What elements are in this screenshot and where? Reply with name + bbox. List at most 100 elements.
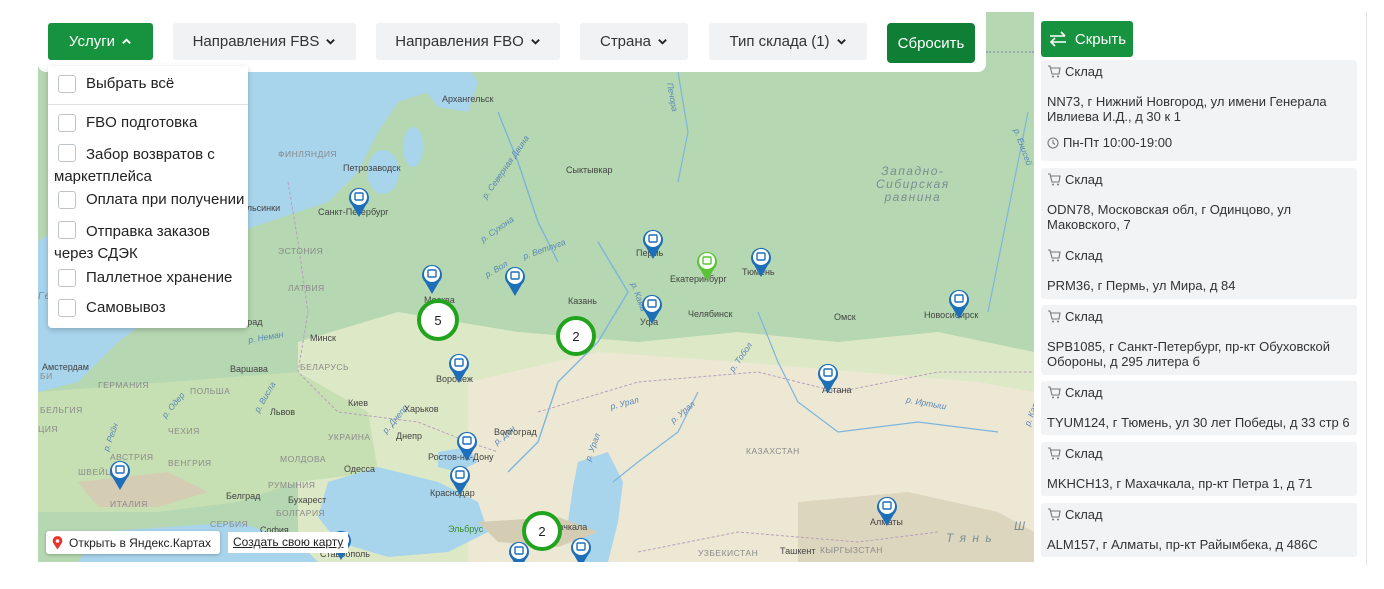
warehouse-card-header: Склад: [1047, 244, 1351, 266]
service-option-cod[interactable]: Оплата при получении: [54, 189, 244, 211]
warehouse-pin-voronezh[interactable]: [448, 352, 470, 384]
service-checkbox[interactable]: [58, 269, 76, 287]
warehouse-card[interactable]: Склад PRM36, г Пермь, ул Мира, д 84: [1041, 244, 1357, 299]
region-label-estonia: ЭСТОНИЯ: [278, 246, 324, 256]
warehouse-address: PRM36, г Пермь, ул Мира, д 84: [1047, 278, 1236, 293]
warehouse-kind: Склад: [1065, 63, 1103, 79]
warehouse-card[interactable]: Склад SPB1085, г Санкт-Петербург, пр-кт …: [1041, 305, 1357, 375]
swap-arrows-icon: [1049, 31, 1066, 47]
service-checkbox[interactable]: [58, 221, 76, 239]
select-all-option[interactable]: Выбрать всё: [54, 73, 174, 95]
hide-panel-label: Скрыть: [1074, 30, 1127, 48]
warehouse-address: TYUM124, г Тюмень, ул 30 лет Победы, д 3…: [1047, 415, 1350, 430]
dropdown-separator: [48, 104, 248, 105]
service-checkbox[interactable]: [58, 299, 76, 317]
warehouse-pin-moscow-north[interactable]: [421, 263, 443, 295]
cart-icon: [1048, 507, 1061, 520]
city-lvov: Львов: [270, 407, 296, 417]
city-bucharest: Бухарест: [288, 495, 327, 505]
warehouse-pin-tyumen[interactable]: [750, 246, 772, 278]
city-belgrade: Белград: [226, 491, 261, 501]
service-option-returns-pickup[interactable]: Забор возвратов с маркетплейса: [54, 142, 246, 188]
fbo-directions-filter-button[interactable]: Направления FBO: [376, 23, 560, 60]
open-yandex-maps-label: Открыть в Яндекс.Картах: [69, 535, 211, 550]
open-yandex-maps-button[interactable]: Открыть в Яндекс.Картах: [46, 531, 220, 554]
region-label-germany: ГЕРМАНИЯ: [98, 380, 149, 390]
warehouse-list-panel[interactable]: Скрыть Склад NN73, г Нижний Новгород, ул…: [1034, 12, 1367, 565]
city-arkhangelsk: Архангельск: [442, 94, 494, 104]
city-warsaw: Варшава: [230, 364, 268, 374]
select-all-checkbox[interactable]: [58, 75, 76, 93]
warehouse-card[interactable]: Склад ALM157, г Алматы, пр-кт Райымбека,…: [1041, 503, 1357, 557]
region-label-romania: РУМЫНИЯ: [268, 480, 316, 490]
city-syktyvkar: Сыктывкар: [566, 165, 613, 175]
warehouse-pin-perm[interactable]: [642, 228, 664, 260]
warehouse-type-filter-button[interactable]: Тип склада (1): [709, 23, 867, 60]
region-label-latvia: ЛАТВИЯ: [288, 283, 325, 293]
country-filter-button[interactable]: Страна: [580, 23, 688, 60]
warehouse-card[interactable]: Склад MKHCH13, г Махачкала, пр-кт Петра …: [1041, 442, 1357, 496]
cart-icon: [1048, 385, 1061, 398]
warehouse-pin-ekb-selected[interactable]: [696, 250, 718, 282]
service-checkbox[interactable]: [58, 191, 76, 209]
warehouse-pin-switzerland[interactable]: [109, 459, 131, 491]
service-option-fbo-prep[interactable]: FBO подготовка: [54, 112, 197, 134]
service-option-label: FBO подготовка: [86, 114, 198, 131]
region-label-hungary: ВЕНГРИЯ: [168, 458, 212, 468]
app-root: ФИНЛЯНДИЯ ЭСТОНИЯ ЛАТВИЯ БЕЛАРУСЬ ГЕРМАН…: [0, 0, 1384, 589]
warehouse-card[interactable]: Склад TYUM124, г Тюмень, ул 30 лет Побед…: [1041, 381, 1357, 435]
chevron-up-icon: [122, 38, 131, 44]
service-option-pickup[interactable]: Самовывоз: [54, 297, 166, 319]
warehouse-kind: Склад: [1065, 445, 1103, 461]
warehouse-pin-south-2[interactable]: [570, 536, 592, 562]
region-label-italy: ИТАЛИЯ: [110, 499, 148, 509]
region-label-poland: ПОЛЬША: [190, 386, 231, 396]
region-label-france: ЦИЯ: [38, 424, 59, 434]
city-tashkent: Ташкент: [780, 546, 816, 556]
warehouse-pin-almaty[interactable]: [876, 495, 898, 527]
warehouse-card-header: Склад: [1047, 168, 1351, 190]
reset-filters-button[interactable]: Сбросить: [887, 23, 975, 63]
warehouse-pin-novosibirsk[interactable]: [948, 288, 970, 320]
services-filter-label: Услуги: [68, 33, 116, 50]
warehouse-card[interactable]: Склад ODN78, Московская обл, г Одинцово,…: [1041, 168, 1357, 249]
region-label-belgium: БЕЛЬГИЯ: [40, 405, 83, 415]
cluster-kazan[interactable]: 2: [556, 316, 596, 356]
warehouse-pin-spb[interactable]: [348, 186, 370, 218]
warehouse-card[interactable]: Склад NN73, г Нижний Новгород, ул имени …: [1041, 60, 1357, 161]
fbs-directions-filter-button[interactable]: Направления FBS: [173, 23, 356, 60]
warehouse-kind: Склад: [1065, 506, 1103, 522]
services-filter-button[interactable]: Услуги: [48, 23, 153, 60]
service-option-pallet[interactable]: Паллетное хранение: [54, 267, 232, 289]
region-label-uzbekistan: УЗБЕКИСТАН: [698, 548, 759, 558]
region-label-ukraine: УКРАИНА: [328, 432, 371, 442]
warehouse-kind: Склад: [1065, 308, 1103, 324]
cluster-makhachkala[interactable]: 2: [522, 511, 562, 551]
service-option-label: Паллетное хранение: [86, 269, 233, 286]
region-label-finland: ФИНЛЯНДИЯ: [278, 149, 338, 159]
create-own-map-link[interactable]: Создать свою карту: [228, 532, 349, 553]
warehouse-kind: Склад: [1065, 247, 1103, 263]
warehouse-card-header: Склад: [1047, 503, 1351, 525]
city-kharkov: Харьков: [404, 404, 439, 414]
cart-icon: [1048, 309, 1061, 322]
warehouse-pin-krasnodar[interactable]: [449, 464, 471, 496]
chevron-down-icon: [530, 39, 540, 45]
cluster-moscow[interactable]: 5: [417, 299, 459, 341]
service-checkbox[interactable]: [58, 144, 76, 162]
select-all-label: Выбрать всё: [86, 75, 175, 92]
city-odessa: Одесса: [344, 464, 376, 474]
service-checkbox[interactable]: [58, 114, 76, 132]
hide-panel-button[interactable]: Скрыть: [1041, 21, 1133, 57]
service-option-cdek[interactable]: Отправка заказов через СДЭК: [54, 219, 246, 265]
warehouse-pin-astana[interactable]: [817, 362, 839, 394]
warehouse-hours: Пн-Пт 10:00-19:00: [1047, 135, 1351, 150]
services-dropdown: Выбрать всё FBO подготовка Забор возврат…: [48, 66, 248, 328]
warehouse-pin-ufa[interactable]: [641, 293, 663, 325]
city-dnepr: Днепр: [396, 431, 422, 441]
region-label-serbia: СЕРБИЯ: [210, 519, 249, 529]
city-kazan: Казань: [568, 296, 597, 306]
warehouse-pin-rostov[interactable]: [456, 430, 478, 462]
warehouse-pin-nn[interactable]: [504, 265, 526, 297]
region-label-bulgaria: БОЛГАРИЯ: [276, 508, 326, 518]
